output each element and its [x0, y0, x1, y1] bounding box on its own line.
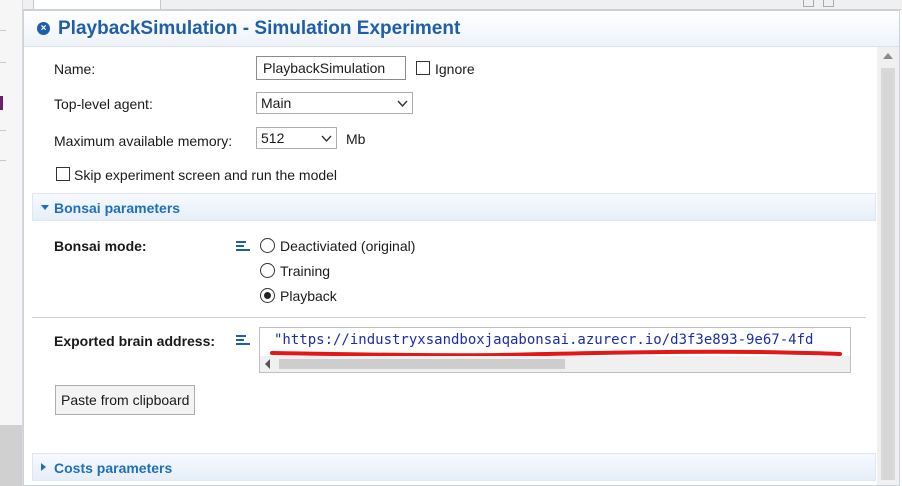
left-pane-tick — [0, 160, 6, 161]
section-divider — [32, 317, 866, 318]
memory-label: Maximum available memory: — [54, 133, 233, 149]
scroll-left-icon[interactable] — [265, 359, 270, 369]
top-level-agent-select[interactable]: Main — [256, 92, 413, 114]
expand-arrow-icon — [41, 463, 46, 471]
skip-experiment-label: Skip experiment screen and run the model — [74, 167, 338, 183]
left-pane-tick — [0, 130, 6, 131]
bonsai-mode-label: Bonsai mode: — [54, 238, 147, 254]
left-pane-tick — [0, 30, 6, 31]
name-label: Name: — [54, 61, 96, 77]
brain-address-field[interactable]: "https://industryxsandboxjaqabonsai.azur… — [259, 327, 851, 373]
horizontal-scrollbar[interactable] — [260, 356, 850, 372]
bonsai-section-title: Bonsai parameters — [54, 200, 181, 216]
left-pane-marker — [0, 96, 3, 110]
left-pane-scrollbar[interactable] — [0, 425, 22, 486]
close-panel-icon[interactable]: × — [37, 22, 50, 35]
chevron-down-icon — [321, 135, 332, 143]
left-pane-tick — [0, 62, 6, 63]
dynamic-value-icon[interactable] — [236, 335, 250, 345]
panel-header: × PlaybackSimulation - Simulation Experi… — [24, 11, 899, 47]
radio-playback-label: Playback — [280, 288, 337, 304]
radio-deactivated-label: Deactiviated (original) — [280, 238, 416, 254]
memory-value: 512 — [261, 130, 285, 146]
memory-unit-label: Mb — [346, 131, 366, 147]
scroll-up-icon[interactable] — [883, 53, 893, 59]
ignore-label: Ignore — [435, 61, 475, 77]
panel-title: PlaybackSimulation - Simulation Experime… — [58, 17, 461, 39]
radio-training-label: Training — [280, 263, 331, 279]
skip-experiment-checkbox[interactable] — [56, 167, 70, 181]
top-level-agent-value: Main — [261, 95, 292, 111]
horizontal-scroll-thumb[interactable] — [279, 359, 565, 369]
scroll-thumb[interactable] — [881, 68, 895, 480]
radio-training[interactable] — [260, 263, 275, 278]
radio-playback[interactable] — [260, 288, 275, 303]
ignore-checkbox[interactable] — [416, 61, 430, 75]
dynamic-value-icon[interactable] — [236, 241, 250, 251]
costs-section-header[interactable]: Costs parameters — [32, 453, 876, 481]
costs-section-title: Costs parameters — [54, 460, 173, 476]
minimize-view-icon[interactable] — [803, 0, 814, 7]
radio-deactivated[interactable] — [260, 238, 275, 253]
paste-from-clipboard-button[interactable]: Paste from clipboard — [55, 385, 196, 415]
bonsai-section-header[interactable]: Bonsai parameters — [32, 193, 876, 221]
left-pane-edge — [0, 0, 23, 486]
properties-panel: × PlaybackSimulation - Simulation Experi… — [23, 10, 900, 486]
properties-tab-bar — [23, 0, 902, 10]
top-level-agent-label: Top-level agent: — [54, 96, 153, 112]
maximize-view-icon[interactable] — [823, 0, 834, 7]
brain-address-value: "https://industryxsandboxjaqabonsai.azur… — [274, 332, 814, 348]
brain-address-label: Exported brain address: — [54, 333, 216, 349]
vertical-scrollbar[interactable] — [877, 47, 899, 485]
chevron-down-icon — [397, 100, 408, 108]
properties-tab[interactable] — [33, 0, 161, 9]
name-field[interactable]: PlaybackSimulation — [256, 56, 406, 80]
collapse-arrow-icon — [41, 205, 49, 210]
memory-select[interactable]: 512 — [256, 127, 337, 149]
